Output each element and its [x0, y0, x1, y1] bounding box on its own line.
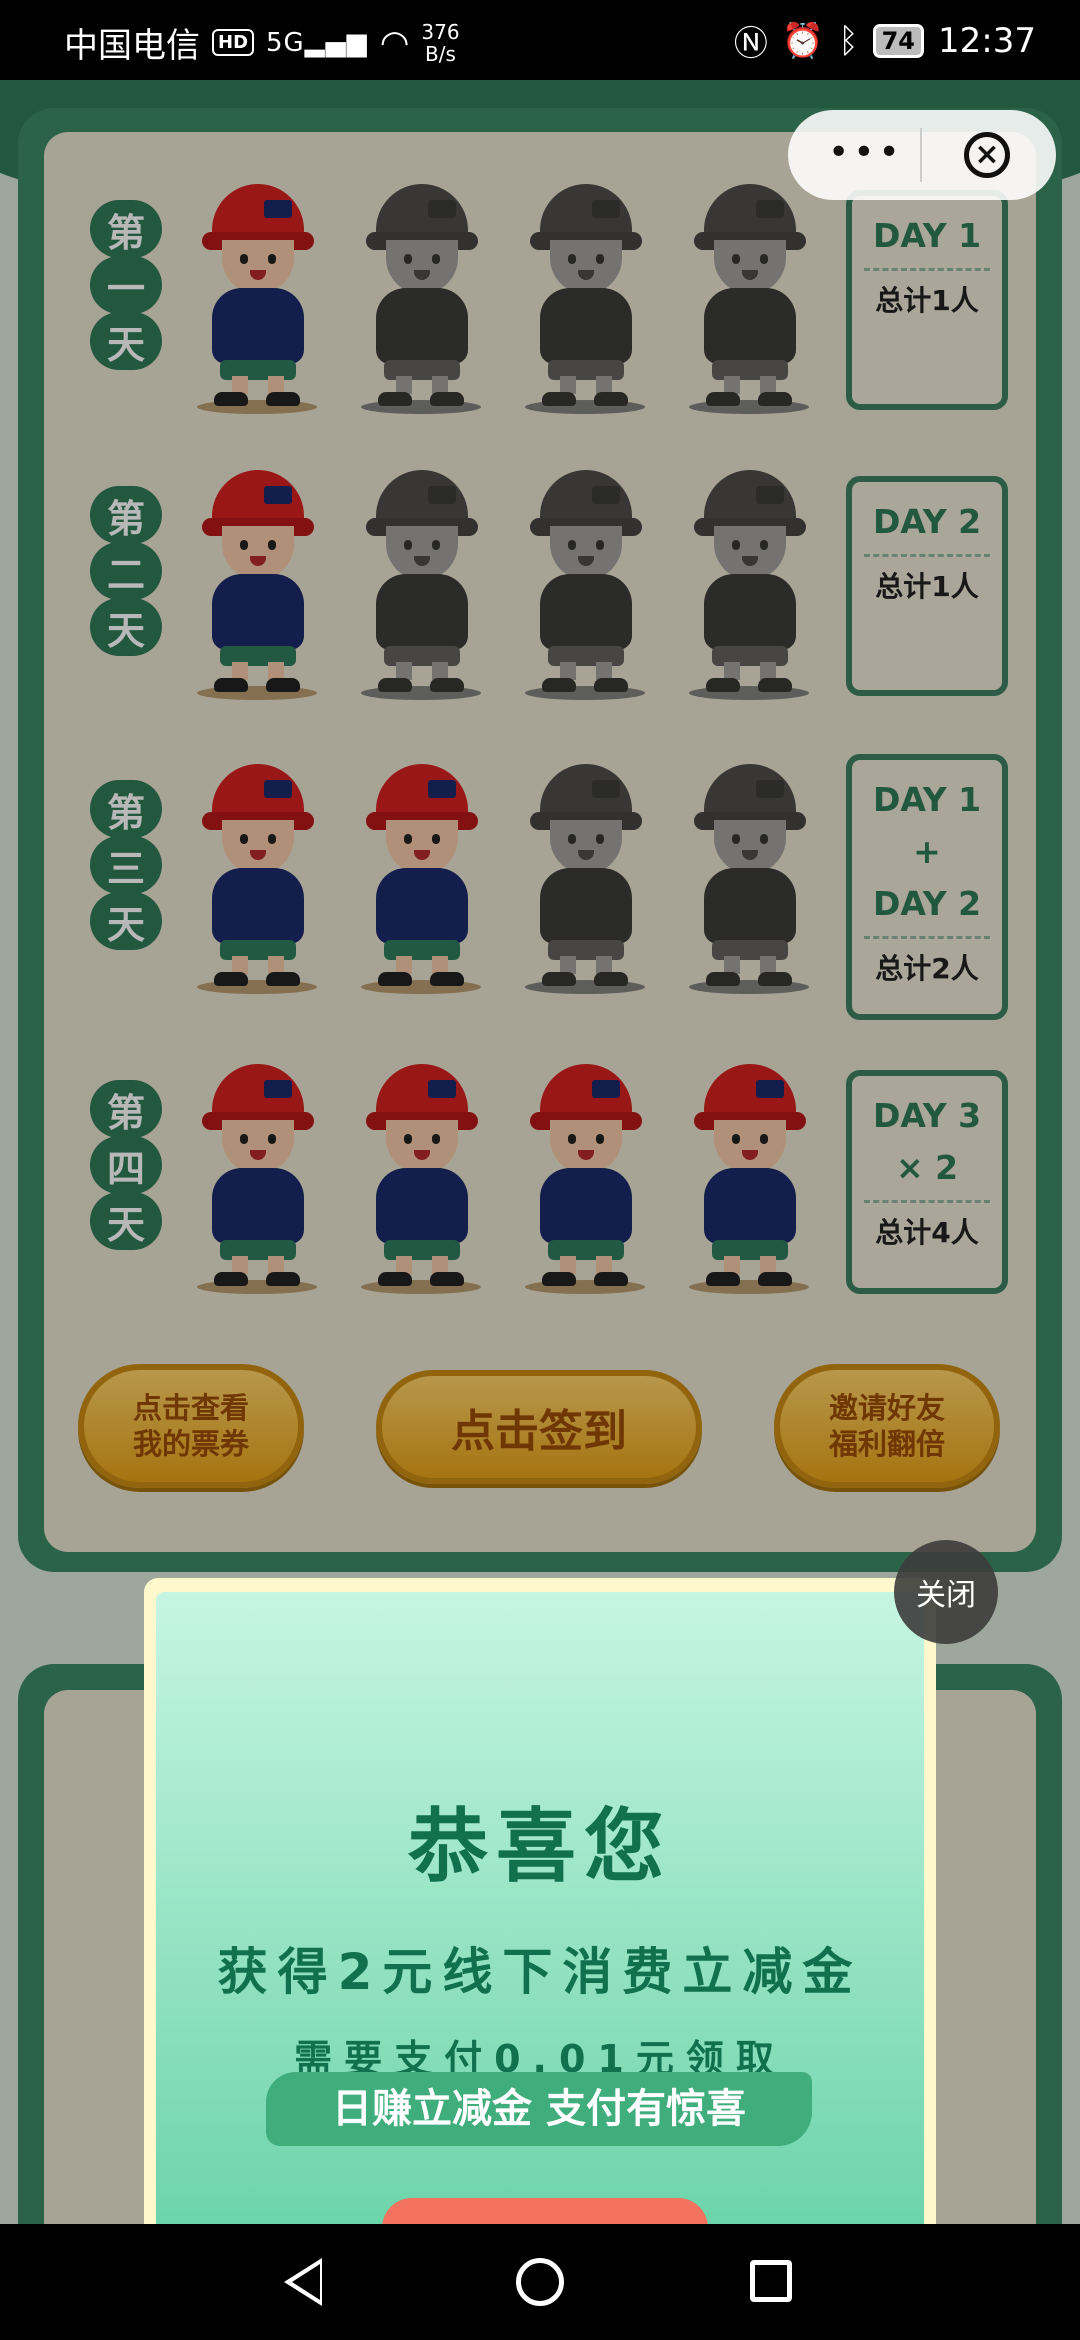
status-right: Ⓝ ⏰ ᛒ 74 12:37	[734, 16, 1036, 65]
reward-modal: 恭喜您 获得2元线下消费立减金 需要支付0.01元领取 日赚立减金 支付有惊喜	[144, 1578, 936, 2224]
speed-unit: B/s	[425, 41, 456, 66]
more-menu-button[interactable]: •••	[828, 132, 904, 173]
close-miniprogram-button[interactable]: ×	[964, 132, 1010, 178]
hd-icon: HD	[212, 29, 255, 56]
capsule-divider	[920, 128, 922, 182]
back-icon-inner	[292, 2264, 320, 2300]
status-bar: 中国电信 HD 5G▂▄▆ ◠ 376 B/s Ⓝ ⏰ ᛒ 74 12:37	[0, 0, 1080, 80]
home-icon[interactable]	[516, 2258, 564, 2306]
clock: 12:37	[938, 20, 1036, 61]
recent-apps-icon[interactable]	[750, 2260, 792, 2302]
alarm-icon: ⏰	[781, 20, 825, 61]
claim-button[interactable]	[382, 2198, 708, 2224]
network-speed: 376 B/s	[421, 21, 459, 65]
speed-value: 376	[421, 19, 460, 44]
miniprogram-capsule: ••• ×	[788, 110, 1056, 200]
modal-slogan: 日赚立减金 支付有惊喜	[266, 2072, 812, 2146]
wifi-icon: ◠	[379, 22, 410, 63]
close-modal-button[interactable]: 关闭	[894, 1540, 998, 1644]
signal-icon: 5G▂▄▆	[266, 27, 368, 58]
navigation-bar	[0, 2224, 1080, 2340]
modal-title: 恭喜您	[408, 1800, 672, 1893]
carrier-name: 中国电信	[64, 26, 200, 66]
status-left: 中国电信 HD 5G▂▄▆ ◠ 376 B/s	[64, 18, 460, 67]
modal-subtitle: 获得2元线下消费立减金	[217, 1943, 863, 2001]
network-type: 5G	[266, 27, 305, 58]
battery-icon: 74	[872, 23, 925, 58]
nfc-icon: Ⓝ	[733, 24, 768, 64]
reward-modal-body: 恭喜您 获得2元线下消费立减金 需要支付0.01元领取 日赚立减金 支付有惊喜	[156, 1592, 924, 2224]
bluetooth-icon: ᛒ	[838, 20, 859, 61]
